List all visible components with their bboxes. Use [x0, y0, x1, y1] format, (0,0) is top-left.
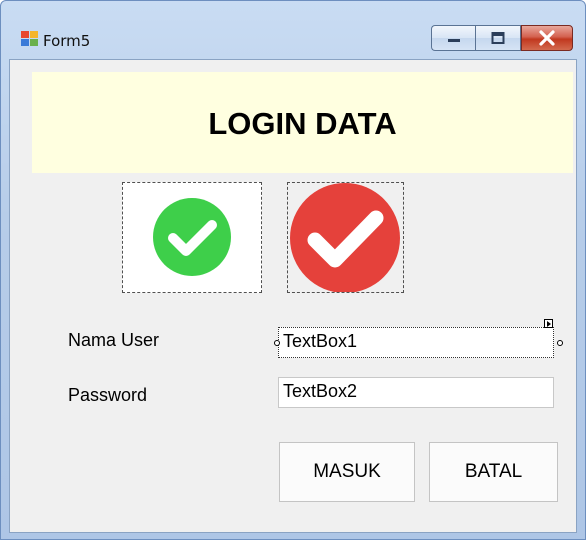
masuk-button[interactable]: MASUK — [279, 442, 415, 502]
green-check-circle-icon — [153, 198, 231, 276]
login-banner: LOGIN DATA — [32, 72, 573, 173]
password-input[interactable]: TextBox2 — [278, 377, 554, 408]
window-title: Form5 — [43, 32, 91, 50]
red-check-circle-icon — [290, 183, 400, 293]
batal-button[interactable]: BATAL — [429, 442, 558, 502]
password-label: Password — [68, 385, 148, 405]
title-bar[interactable]: Form5 — [1, 1, 585, 59]
minimize-button[interactable] — [431, 25, 475, 51]
form-app-icon — [21, 31, 39, 47]
smart-tag-arrow-icon[interactable] — [544, 319, 553, 328]
resize-handle-left[interactable] — [274, 340, 280, 346]
maximize-icon — [491, 32, 505, 44]
maximize-button[interactable] — [475, 25, 521, 51]
caption-buttons — [431, 25, 573, 55]
picture-box-2[interactable] — [287, 182, 404, 293]
username-label: Nama User — [68, 330, 160, 350]
minimize-icon — [447, 39, 460, 42]
resize-handle-right[interactable] — [557, 340, 563, 346]
username-input[interactable]: TextBox1 — [278, 327, 554, 358]
form-client-area: LOGIN DATA Nama User TextBox1 Password T… — [9, 59, 577, 533]
form-window: Form5 LOGIN DATA Nama User TextBox1 Pass… — [0, 0, 586, 540]
banner-title: LOGIN DATA — [208, 106, 397, 141]
picture-box-1[interactable] — [122, 182, 262, 293]
close-button[interactable] — [521, 25, 573, 51]
close-icon — [539, 30, 555, 46]
